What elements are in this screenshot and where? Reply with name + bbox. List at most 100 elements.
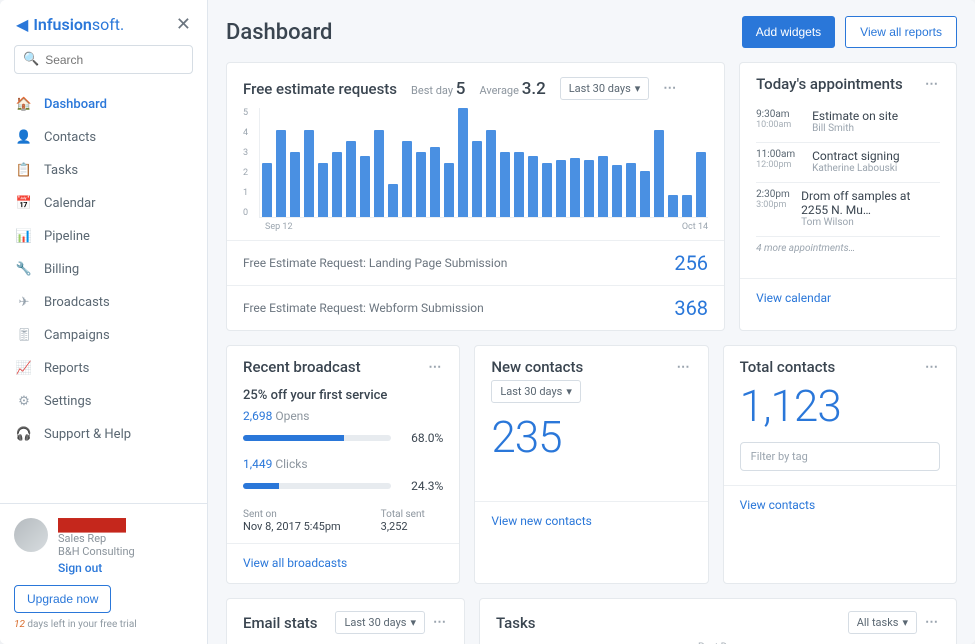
card-total-contacts: Total contacts ⋯ 1,123 Filter by tag Vie… — [723, 345, 957, 584]
totc-menu[interactable]: ⋯ — [925, 360, 940, 375]
chart-bar — [570, 158, 580, 217]
chart-bar — [486, 130, 496, 217]
search-input[interactable] — [45, 53, 184, 67]
sidebar-item-pipeline[interactable]: 📊Pipeline — [0, 220, 207, 253]
filter-tag-input[interactable]: Filter by tag — [740, 442, 940, 471]
fer-chart: 543210 Sep 12Oct 14 — [227, 104, 724, 240]
close-icon[interactable]: ✕ — [176, 14, 191, 35]
chart-bar — [472, 141, 482, 217]
chart-bar — [290, 152, 300, 217]
chart-bar — [444, 163, 454, 218]
estats-range-select[interactable]: Last 30 days ▾ — [335, 611, 425, 634]
clicks-bar — [243, 483, 391, 489]
fer-stat-landing-value: 256 — [674, 251, 708, 275]
view-reports-button[interactable]: View all reports — [845, 16, 957, 48]
appts-list: 9:30am10:00amEstimate on siteBill Smith1… — [740, 97, 956, 278]
sidebar-item-support-help[interactable]: 🎧Support & Help — [0, 418, 207, 451]
newc-title: New contacts — [491, 358, 583, 376]
card-tasks: Tasks All tasks ▾ ⋯ Past Due Call back a… — [479, 598, 957, 644]
fer-stat-landing: Free Estimate Request: Landing Page Subm… — [227, 240, 724, 285]
sidebar-item-contacts[interactable]: 👤Contacts — [0, 121, 207, 154]
sidebar-head: ◀ Infusionsoft. ✕ — [0, 0, 207, 45]
sidebar-item-reports[interactable]: 📈Reports — [0, 352, 207, 385]
view-broadcasts-link[interactable]: View all broadcasts — [243, 556, 347, 570]
page-title: Dashboard — [226, 20, 332, 45]
newc-value: 235 — [475, 407, 707, 465]
add-widgets-button[interactable]: Add widgets — [742, 16, 835, 48]
columns-icon: 📊 — [16, 229, 32, 244]
opens-pct: 68.0% — [399, 431, 443, 445]
fer-menu[interactable]: ⋯ — [663, 81, 678, 96]
nav-label: Contacts — [44, 130, 96, 145]
fer-stat-webform: Free Estimate Request: Webform Submissio… — [227, 285, 724, 330]
opens-count: 2,698 — [243, 409, 272, 423]
middle-row: Recent broadcast ⋯ 25% off your first se… — [226, 345, 957, 584]
device-frame: ◀ Infusionsoft. ✕ 🔍 🏠 Dashboard 👤Contacts📋… — [0, 0, 975, 644]
fer-stats: Best day 5 Average 3.2 — [411, 79, 546, 99]
chart-x-axis: Sep 12Oct 14 — [243, 222, 708, 232]
chart-bar — [584, 160, 594, 217]
view-calendar-link[interactable]: View calendar — [756, 291, 831, 305]
chart-bar — [640, 171, 650, 217]
home-icon: 🏠 — [16, 97, 32, 112]
appointment-item[interactable]: 2:30pm3:00pmDrom off samples at 2255 N. … — [756, 183, 940, 237]
chevron-down-icon: ▾ — [635, 82, 641, 95]
chart-bar — [262, 163, 272, 218]
chart-bar — [318, 163, 328, 218]
nav-label: Broadcasts — [44, 295, 110, 310]
tasks-menu[interactable]: ⋯ — [925, 615, 940, 630]
nav-label: Calendar — [44, 196, 96, 211]
sidebar-item-tasks[interactable]: 📋Tasks — [0, 154, 207, 187]
nav-label: Reports — [44, 361, 89, 376]
user-org: B&H Consulting — [58, 545, 135, 558]
search-icon: 🔍 — [23, 52, 39, 67]
view-new-contacts-link[interactable]: View new contacts — [491, 514, 592, 528]
user-name-redacted: ████████ — [58, 518, 135, 532]
chart-bar — [276, 130, 286, 217]
chart-bar — [696, 152, 706, 217]
totc-title: Total contacts — [740, 358, 836, 376]
view-contacts-link[interactable]: View contacts — [740, 498, 816, 512]
chart-bar — [514, 152, 524, 217]
chart-bar — [528, 156, 538, 217]
chart-bar — [458, 108, 468, 217]
tasks-filter-select[interactable]: All tasks ▾ — [848, 611, 917, 634]
sidebar-item-calendar[interactable]: 📅 Calendar — [0, 187, 207, 220]
chart-bar — [598, 156, 608, 217]
gear-icon: ⚙ — [16, 394, 32, 409]
chart-bar — [374, 130, 384, 217]
nav-label: Tasks — [44, 163, 78, 178]
search-box[interactable]: 🔍 — [14, 45, 193, 74]
chart-bar — [346, 141, 356, 217]
sidebar-item-campaigns[interactable]: 🎚Campaigns — [0, 319, 207, 352]
wrench-icon: 🔧 — [16, 262, 32, 277]
sign-out-link[interactable]: Sign out — [58, 561, 102, 575]
sidebar-item-dashboard[interactable]: 🏠 Dashboard — [0, 88, 207, 121]
upgrade-button[interactable]: Upgrade now — [14, 585, 111, 613]
broadcast-menu[interactable]: ⋯ — [428, 360, 443, 375]
chart-bar — [388, 184, 398, 217]
card-email-stats: Email stats Last 30 days ▾ ⋯ Total sent … — [226, 598, 465, 644]
nav-label: Dashboard — [44, 97, 107, 112]
chart-bar — [416, 152, 426, 217]
brand-logo[interactable]: ◀ Infusionsoft. — [16, 15, 124, 34]
chart-bars — [259, 108, 708, 218]
newc-menu[interactable]: ⋯ — [677, 360, 692, 375]
card-recent-broadcast: Recent broadcast ⋯ 25% off your first se… — [226, 345, 460, 584]
sidebar-item-settings[interactable]: ⚙Settings — [0, 385, 207, 418]
fer-range-select[interactable]: Last 30 days ▾ — [560, 77, 650, 100]
estats-menu[interactable]: ⋯ — [433, 615, 448, 630]
chart-bar — [682, 195, 692, 217]
appointment-item[interactable]: 11:00am12:00pmContract signingKatherine … — [756, 143, 940, 183]
calendar-icon: 📅 — [16, 196, 32, 211]
appointments-more[interactable]: 4 more appointments… — [756, 237, 940, 264]
chart-bar — [332, 152, 342, 217]
appts-menu[interactable]: ⋯ — [925, 77, 940, 92]
newc-range-select[interactable]: Last 30 days ▾ — [491, 380, 581, 403]
appointment-item[interactable]: 9:30am10:00amEstimate on siteBill Smith — [756, 103, 940, 143]
avatar[interactable] — [14, 518, 48, 552]
sidebar-item-billing[interactable]: 🔧Billing — [0, 253, 207, 286]
nav-label: Campaigns — [44, 328, 110, 343]
sidebar-item-broadcasts[interactable]: ✈Broadcasts — [0, 286, 207, 319]
chart-bar — [304, 130, 314, 217]
